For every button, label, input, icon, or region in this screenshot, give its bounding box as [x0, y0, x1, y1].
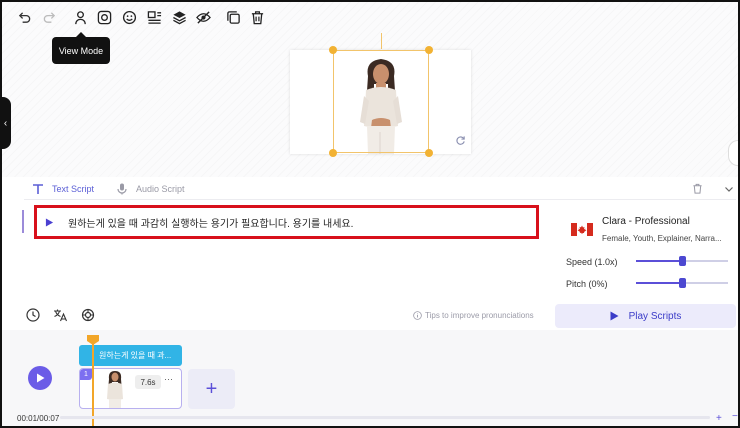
- translate-icon[interactable]: [53, 308, 67, 322]
- voice-name: Clara - Professional: [602, 216, 690, 227]
- script-chip[interactable]: 원하는게 있을 때 과...: [79, 345, 182, 366]
- zoom-in-button[interactable]: +: [716, 413, 722, 424]
- resize-handle[interactable]: [425, 149, 433, 157]
- playback-time: 00:01/00:07: [17, 414, 60, 423]
- tab-text-script[interactable]: Text Script: [32, 180, 94, 198]
- script-text-box[interactable]: 원하는게 있을 때 과감히 실행하는 용기가 필요합니다. 용기를 내세요.: [34, 205, 539, 239]
- pitch-label: Pitch (0%): [566, 279, 608, 289]
- play-icon: [36, 373, 44, 383]
- chevron-down-icon[interactable]: [724, 184, 734, 194]
- speed-slider[interactable]: [636, 256, 728, 266]
- canada-flag-icon: [571, 223, 593, 236]
- speed-slider-thumb[interactable]: [679, 256, 686, 266]
- rotate-icon[interactable]: [455, 135, 466, 146]
- text-icon: [33, 184, 43, 194]
- face-scan-icon[interactable]: [96, 9, 112, 25]
- speed-slider-fill: [636, 260, 682, 262]
- playhead[interactable]: [92, 344, 94, 426]
- voice-description: Female, Youth, Explainer, Narra...: [602, 234, 722, 243]
- scene-more-button[interactable]: ···: [164, 374, 173, 384]
- add-scene-button[interactable]: +: [188, 369, 235, 409]
- info-icon: [413, 311, 422, 320]
- pitch-slider-thumb[interactable]: [679, 278, 686, 288]
- pronunciation-tips-link[interactable]: Tips to improve pronunciations: [413, 311, 534, 320]
- tab-audio-script-label: Audio Script: [136, 184, 185, 194]
- undo-icon[interactable]: [16, 9, 32, 25]
- chevron-left-icon: ‹: [3, 117, 8, 129]
- collapse-left-panel-button[interactable]: ‹: [0, 97, 11, 149]
- voice-selector[interactable]: Clara - Professional Female, Youth, Expl…: [562, 206, 734, 250]
- selection-box: [333, 50, 429, 153]
- play-line-icon[interactable]: [45, 217, 54, 227]
- resize-handle[interactable]: [329, 46, 337, 54]
- play-scripts-label: Play Scripts: [628, 310, 682, 322]
- pronunciation-tips-label: Tips to improve pronunciations: [425, 311, 534, 320]
- timeline-play-button[interactable]: [28, 366, 52, 390]
- script-chip-label: 원하는게 있을 때 과...: [99, 351, 172, 360]
- expand-right-panel-button[interactable]: [728, 140, 738, 166]
- speed-label: Speed (1.0x): [566, 257, 618, 267]
- script-text[interactable]: 원하는게 있을 때 과감히 실행하는 용기가 필요합니다. 용기를 내세요.: [68, 215, 353, 230]
- view-mode-icon[interactable]: [72, 9, 88, 25]
- script-line-marker: [22, 210, 24, 233]
- redo-icon[interactable]: [41, 9, 57, 25]
- ai-icon[interactable]: [81, 308, 95, 322]
- resize-handle[interactable]: [425, 46, 433, 54]
- scene-avatar-image: [107, 371, 123, 408]
- delete-icon[interactable]: [249, 9, 265, 25]
- copy-icon[interactable]: [225, 9, 241, 25]
- pitch-slider-fill: [636, 282, 682, 284]
- delete-script-icon[interactable]: [692, 183, 703, 194]
- hide-icon[interactable]: [195, 9, 211, 25]
- center-guide-line: [381, 33, 382, 49]
- emoji-icon[interactable]: [121, 9, 137, 25]
- tab-text-script-label: Text Script: [52, 184, 95, 194]
- resize-handle[interactable]: [329, 149, 337, 157]
- divider: [24, 199, 736, 200]
- clock-icon[interactable]: [26, 308, 40, 322]
- microphone-icon: [117, 183, 127, 195]
- zoom-out-button[interactable]: −: [732, 411, 738, 422]
- pitch-slider[interactable]: [636, 278, 728, 288]
- timeline-scrollbar[interactable]: [60, 416, 710, 419]
- play-icon: [610, 311, 619, 321]
- align-icon[interactable]: [146, 9, 162, 25]
- scene-thumbnail[interactable]: 1 7.6s ···: [79, 368, 182, 409]
- view-mode-tooltip: View Mode: [52, 32, 110, 64]
- scene-duration: 7.6s: [135, 375, 161, 389]
- script-tabs: Text Script Audio Script: [24, 180, 740, 198]
- tab-audio-script[interactable]: Audio Script: [116, 180, 185, 198]
- scene-number: 1: [80, 369, 92, 380]
- play-scripts-button[interactable]: Play Scripts: [555, 304, 736, 328]
- layers-icon[interactable]: [171, 9, 187, 25]
